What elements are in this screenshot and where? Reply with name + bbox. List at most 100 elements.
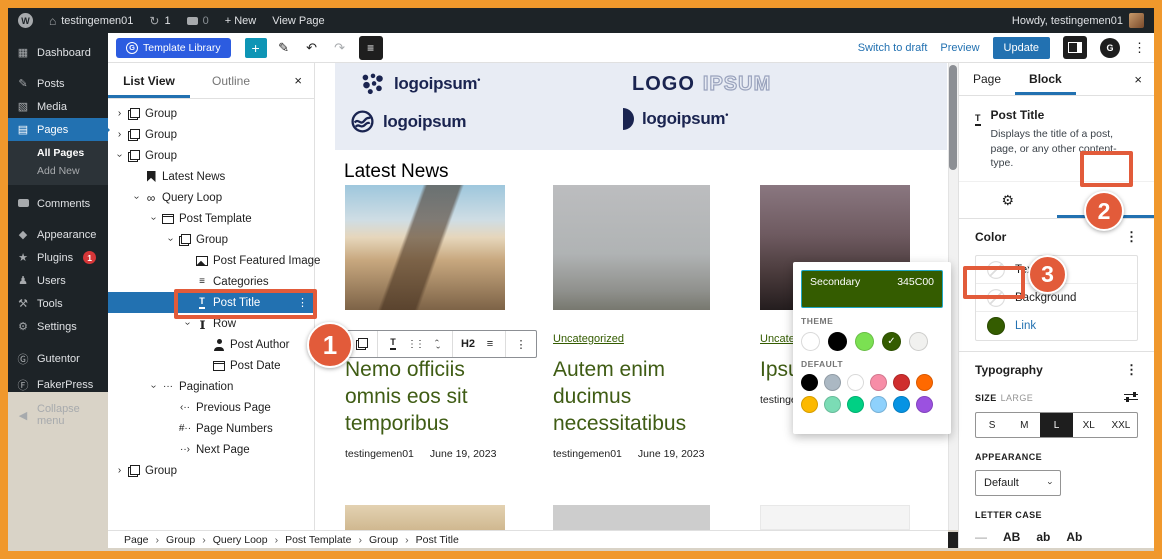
color-swatch[interactable]: [801, 396, 818, 413]
appearance-select[interactable]: Default ›: [975, 470, 1061, 497]
admin-bar-new[interactable]: + New: [225, 15, 257, 27]
case-lowercase[interactable]: ab: [1036, 530, 1050, 544]
options-menu-icon[interactable]: ⋮: [297, 296, 308, 309]
color-swatch[interactable]: [801, 332, 820, 351]
heading-level-button[interactable]: H2: [457, 331, 479, 357]
admin-bar-updates[interactable]: ↻ 1: [149, 15, 170, 27]
post-date[interactable]: June 19, 2023: [430, 448, 497, 460]
category-link[interactable]: Uncategorized: [553, 333, 624, 345]
listview-item-group-1[interactable]: › Group: [108, 103, 314, 124]
undo-icon[interactable]: ↶: [301, 37, 323, 59]
menu-item-dashboard[interactable]: ▦ Dashboard: [8, 41, 108, 64]
case-capitalize[interactable]: Ab: [1066, 530, 1082, 544]
color-swatch[interactable]: [893, 396, 910, 413]
listview-item-page-numbers[interactable]: #·· Page Numbers: [108, 418, 314, 439]
size-xxl[interactable]: XXL: [1105, 413, 1137, 437]
selected-color-header[interactable]: Secondary 345C00: [801, 270, 943, 308]
case-none[interactable]: —: [975, 530, 987, 544]
wordpress-logo-icon[interactable]: W: [18, 13, 33, 28]
menu-item-posts[interactable]: ✎ Posts: [8, 72, 108, 95]
preview-link[interactable]: Preview: [940, 42, 979, 54]
post-author[interactable]: testingemen01: [553, 448, 622, 460]
listview-item-categories[interactable]: ≡ Categories: [108, 271, 314, 292]
chevron-down-icon[interactable]: ›: [182, 317, 193, 330]
chevron-down-icon[interactable]: ›: [114, 149, 125, 162]
tab-list-view[interactable]: List View: [108, 63, 190, 98]
listview-item-query-loop[interactable]: › ∞ Query Loop: [108, 187, 314, 208]
tab-page[interactable]: Page: [959, 63, 1015, 95]
color-swatch[interactable]: [916, 396, 933, 413]
admin-bar-site[interactable]: ⌂ testingemen01: [49, 15, 133, 27]
redo-icon[interactable]: ↷: [329, 37, 351, 59]
close-icon[interactable]: ×: [1122, 72, 1154, 87]
listview-item-group-5[interactable]: › Group: [108, 460, 314, 481]
admin-bar-view-page[interactable]: View Page: [272, 15, 324, 27]
menu-item-comments[interactable]: Comments: [8, 193, 108, 215]
chevron-down-icon[interactable]: ›: [148, 212, 159, 225]
align-button[interactable]: ≡: [479, 331, 501, 357]
color-swatch[interactable]: [870, 374, 887, 391]
move-up-icon[interactable]: ›: [431, 339, 440, 342]
update-button[interactable]: Update: [992, 36, 1050, 59]
breadcrumb-group-2[interactable]: Group: [369, 534, 398, 546]
color-swatch[interactable]: [893, 374, 910, 391]
user-avatar[interactable]: [1129, 13, 1144, 28]
breadcrumb-post-template[interactable]: Post Template: [285, 534, 351, 546]
move-up-down-buttons[interactable]: › ›: [426, 331, 448, 357]
post-date[interactable]: June 19, 2023: [638, 448, 705, 460]
tab-outline[interactable]: Outline: [190, 63, 272, 98]
color-swatch[interactable]: [847, 374, 864, 391]
breadcrumb-page[interactable]: Page: [124, 534, 149, 546]
admin-bar-comments[interactable]: 0: [186, 15, 209, 27]
listview-item-next-page[interactable]: ··› Next Page: [108, 439, 314, 460]
size-s[interactable]: S: [976, 413, 1008, 437]
close-icon[interactable]: ×: [282, 73, 314, 88]
color-row-link[interactable]: Link: [976, 312, 1137, 340]
options-menu-icon[interactable]: ⋮: [1125, 362, 1138, 378]
listview-item-group-2[interactable]: › Group: [108, 124, 314, 145]
menu-item-collapse[interactable]: ◀ Collapse menu: [8, 398, 108, 432]
menu-item-media[interactable]: ▧ Media: [8, 95, 108, 118]
listview-item-group-3[interactable]: › Group: [108, 145, 314, 166]
color-swatch[interactable]: [909, 332, 928, 351]
post-title-text[interactable]: Nemo officiis omnis eos sit temporibus: [345, 356, 505, 437]
listview-item-group-4[interactable]: › Group: [108, 229, 314, 250]
listview-item-pagination[interactable]: › ··· Pagination: [108, 376, 314, 397]
size-xl[interactable]: XL: [1073, 413, 1105, 437]
size-m[interactable]: M: [1008, 413, 1040, 437]
chevron-down-icon[interactable]: ›: [148, 380, 159, 393]
tab-block[interactable]: Block: [1015, 63, 1076, 95]
submenu-all-pages[interactable]: All Pages: [8, 144, 108, 162]
color-swatch[interactable]: [870, 396, 887, 413]
options-menu-icon[interactable]: ⋮: [1125, 229, 1138, 245]
breadcrumb-group[interactable]: Group: [166, 534, 195, 546]
post-featured-image[interactable]: [345, 185, 505, 310]
menu-item-settings[interactable]: ⚙ Settings: [8, 315, 108, 338]
listview-item-post-title[interactable]: T Post Title ⋮: [108, 292, 314, 313]
list-view-toggle[interactable]: ≡: [358, 35, 383, 60]
color-swatch[interactable]: ✓: [882, 332, 901, 351]
listview-item-post-author[interactable]: Post Author: [108, 334, 314, 355]
edit-tool-icon[interactable]: ✎: [273, 37, 295, 59]
size-l[interactable]: L: [1040, 413, 1073, 438]
color-swatch[interactable]: [847, 396, 864, 413]
listview-item-post-date[interactable]: Post Date: [108, 355, 314, 376]
submenu-add-new[interactable]: Add New: [8, 162, 108, 180]
menu-item-tools[interactable]: ⚒ Tools: [8, 292, 108, 315]
menu-item-fakerpress[interactable]: Ⓕ FakerPress: [8, 372, 108, 398]
menu-item-gutentor[interactable]: Ⓖ Gutentor: [8, 346, 108, 372]
chevron-right-icon[interactable]: ›: [113, 108, 126, 119]
chevron-down-icon[interactable]: ›: [165, 233, 176, 246]
gutentor-settings-icon[interactable]: G: [1100, 37, 1120, 58]
listview-item-previous-page[interactable]: ‹·· Previous Page: [108, 397, 314, 418]
menu-item-appearance[interactable]: ◆ Appearance: [8, 223, 108, 246]
switch-to-draft-link[interactable]: Switch to draft: [858, 42, 928, 54]
options-menu-icon[interactable]: ⋮: [510, 331, 532, 357]
color-swatch[interactable]: [824, 396, 841, 413]
case-uppercase[interactable]: AB: [1003, 530, 1020, 544]
block-type-button[interactable]: T: [382, 331, 404, 357]
color-swatch[interactable]: [828, 332, 847, 351]
chevron-down-icon[interactable]: ›: [131, 191, 142, 204]
select-parent-group-button[interactable]: [351, 331, 373, 357]
block-inserter-button[interactable]: +: [244, 37, 267, 58]
